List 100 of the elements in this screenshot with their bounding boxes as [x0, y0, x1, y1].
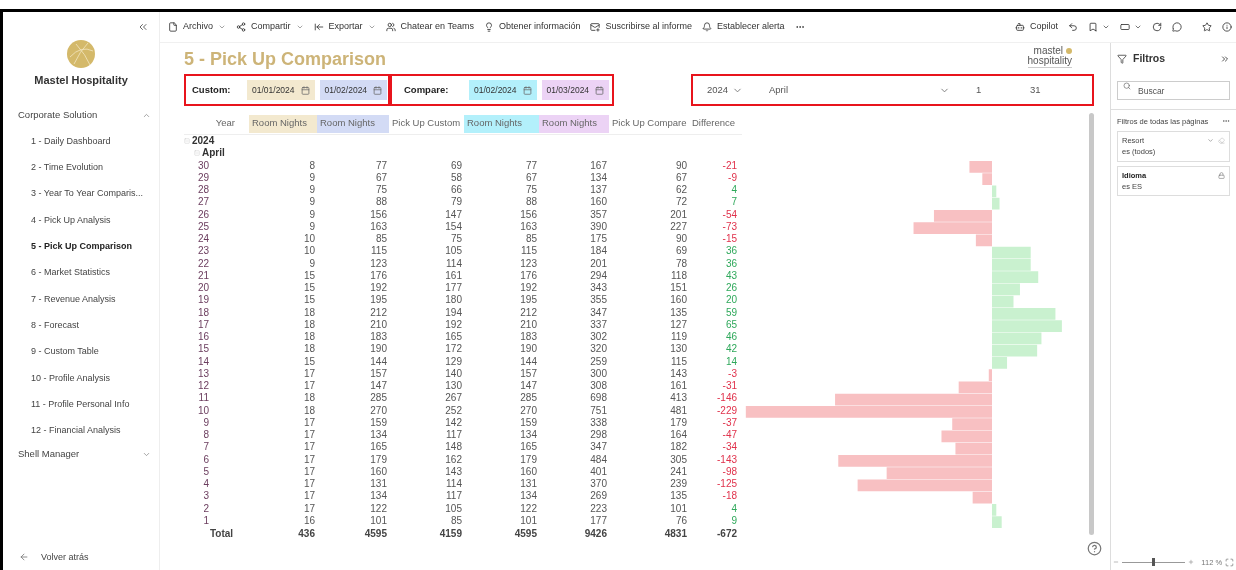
table-cell-text: 298 — [589, 429, 608, 442]
table-cell-text: 72 — [674, 196, 688, 209]
comment-icon[interactable] — [1172, 22, 1182, 32]
nav-item[interactable]: 12 - Financial Analysis — [3, 417, 159, 445]
toolbar-button[interactable]: Exportar — [313, 20, 376, 34]
copilot-button[interactable]: Copilot — [1015, 20, 1058, 34]
nav-item[interactable]: 8 - Forecast — [3, 312, 159, 339]
table-cell-text: 135 — [669, 490, 688, 503]
table-cell-text: 131 — [519, 478, 538, 491]
toolbar-button[interactable]: Compartir — [236, 20, 304, 34]
table-cell-text: 137 — [589, 184, 608, 197]
date-field[interactable]: 01/02/2024 — [469, 80, 537, 100]
table-cell-text: 105 — [444, 245, 463, 258]
column-header[interactable]: Room Nights — [249, 115, 317, 133]
fit-page-icon[interactable] — [1225, 557, 1234, 567]
table-cell-text: 320 — [589, 343, 608, 356]
table-cell-text: -9 — [727, 171, 738, 184]
undo-icon[interactable] — [1068, 22, 1078, 32]
table-cell-text: 79 — [449, 196, 463, 209]
help-icon[interactable] — [1087, 541, 1102, 556]
table-cell-text: 21 — [196, 269, 210, 282]
table-cell-text: 162 — [444, 453, 463, 466]
table-cell-text: 134 — [519, 429, 538, 442]
table-cell-text: 123 — [519, 257, 538, 270]
column-header[interactable]: Pick Up Custom — [389, 115, 464, 133]
nav-item[interactable]: 2 - Time Evolution — [3, 154, 159, 182]
table-cell-text: 19 — [196, 294, 210, 307]
table-cell-text: 270 — [369, 404, 388, 417]
zoom-slider[interactable] — [1121, 558, 1186, 567]
group-label[interactable]: April — [202, 147, 225, 160]
table-cell-text: 481 — [669, 404, 688, 417]
table-cell-text: 119 — [670, 331, 688, 344]
table-cell-text: 294 — [589, 269, 608, 282]
table-cell-text: 183 — [369, 331, 388, 344]
nav-section[interactable]: Corporate Solution — [3, 105, 159, 126]
toolbar-button[interactable]: Obtener información — [483, 20, 581, 34]
column-header[interactable]: Room Nights — [464, 115, 539, 133]
back-link[interactable]: Volver atrás — [41, 550, 89, 564]
chevron-down-icon[interactable] — [1102, 23, 1110, 31]
nav-item[interactable]: 11 - Profile Personal Info — [3, 391, 159, 418]
toolbar-button[interactable]: Establecer alerta — [702, 20, 785, 34]
table-cell-text: 17 — [302, 367, 316, 380]
bookmark-icon[interactable] — [1088, 22, 1098, 32]
day-from-field[interactable]: 1 — [976, 82, 1030, 98]
nav-item[interactable]: 1 - Daily Dashboard — [3, 128, 159, 155]
nav-item[interactable]: 7 - Revenue Analysis — [3, 286, 159, 313]
table-cell-text: 165 — [369, 441, 388, 454]
table-cell-text: 163 — [369, 220, 388, 233]
table-cell-text: 300 — [589, 367, 608, 380]
calendar-icon — [522, 85, 532, 95]
table-cell-text: -21 — [721, 159, 738, 172]
filters-title: Filtros — [1133, 51, 1166, 66]
zoom-thumb[interactable] — [1152, 558, 1156, 567]
chevron-down-icon[interactable] — [1134, 23, 1142, 31]
toolbar-button[interactable]: Chatear en Teams — [385, 20, 474, 34]
column-header[interactable]: Pick Up Compare — [609, 115, 689, 133]
table-cell-text: 14 — [724, 355, 738, 368]
table-cell-text: 144 — [519, 355, 538, 368]
date-field[interactable]: 01/02/2024 — [319, 80, 388, 100]
info-icon[interactable] — [1222, 22, 1232, 32]
chevron-down-icon — [1207, 137, 1214, 145]
nav-item[interactable]: 3 - Year To Year Comparis... — [3, 181, 159, 208]
table-cell-text: 26 — [196, 208, 210, 221]
day-to-field[interactable]: 31 — [1030, 82, 1041, 98]
nav-item[interactable]: 10 - Profile Analysis — [3, 365, 159, 392]
column-header[interactable]: Difference — [689, 115, 739, 133]
nav-item[interactable]: 5 - Pick Up Comparison — [3, 233, 159, 260]
expand-icon[interactable] — [1220, 53, 1230, 64]
total-cell-text: Total — [209, 527, 235, 541]
calendar-icon — [373, 85, 383, 95]
refresh-icon[interactable] — [1152, 22, 1162, 32]
table-cell-text: 88 — [374, 196, 388, 209]
total-cell-text: 9426 — [583, 527, 608, 541]
table-cell-text: 7 — [202, 441, 210, 454]
nav-item[interactable]: 6 - Market Statistics — [3, 260, 159, 287]
column-header[interactable]: Room Nights — [317, 115, 389, 133]
table-cell-text: 17 — [302, 465, 316, 478]
search-field[interactable]: Buscar — [1117, 81, 1230, 101]
nav-section[interactable]: Shell Manager — [3, 444, 159, 465]
table-cell-text: 123 — [369, 257, 388, 270]
table-cell-text: 201 — [669, 208, 688, 221]
toolbar-button[interactable]: Suscribirse al informe — [590, 20, 692, 34]
date-field[interactable]: 01/03/2024 — [541, 80, 610, 100]
year-dropdown[interactable]: 2024 — [707, 82, 732, 98]
table-cell-text: 15 — [302, 294, 316, 307]
month-dropdown[interactable]: April — [769, 82, 939, 98]
star-icon[interactable] — [1202, 22, 1212, 32]
nav-item[interactable]: 9 - Custom Table — [3, 338, 159, 366]
nav-item[interactable]: 4 - Pick Up Analysis — [3, 207, 159, 234]
toolbar-button[interactable]: Archivo — [168, 20, 226, 34]
date-field[interactable]: 01/01/2024 — [247, 80, 315, 100]
table-cell-text: 131 — [369, 478, 388, 491]
column-header[interactable]: Year — [184, 115, 249, 133]
table-cell-text: 69 — [449, 159, 463, 172]
column-header[interactable]: Room Nights — [539, 115, 609, 133]
view-icon[interactable] — [1120, 22, 1130, 32]
collapse-icon[interactable] — [137, 21, 149, 33]
group-label[interactable]: 2024 — [192, 135, 215, 148]
table-cell-text: 130 — [669, 343, 688, 356]
toolbar-icon — [236, 22, 246, 32]
